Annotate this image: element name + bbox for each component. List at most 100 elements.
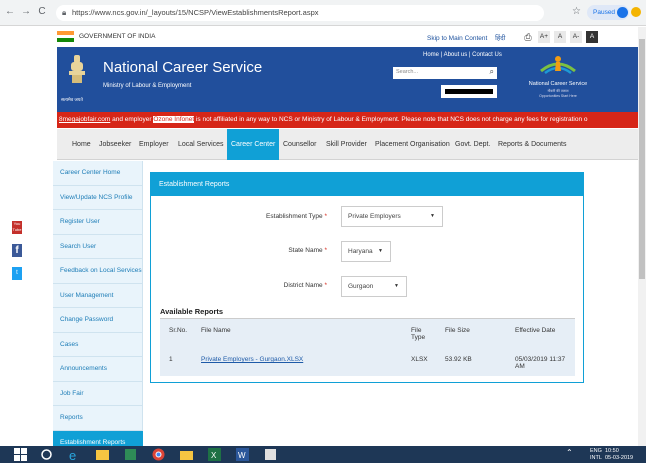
nav-home[interactable]: Home xyxy=(72,129,91,160)
nav-placement-organisation[interactable]: Placement Organisation xyxy=(375,129,450,160)
svg-text:W: W xyxy=(238,451,246,460)
folder-icon[interactable] xyxy=(180,448,193,461)
state-label: State Name * xyxy=(187,247,327,254)
clock[interactable]: ENG 10:50 INTL 05-03-2019 xyxy=(590,448,633,461)
back-icon[interactable]: ← xyxy=(4,6,16,18)
column-header-file-size: File Size xyxy=(445,327,470,334)
avatar xyxy=(617,7,628,18)
internet-explorer-icon[interactable]: e xyxy=(68,448,81,461)
sidebar-item-change-password[interactable]: Change Password xyxy=(53,308,143,333)
column-header-srno: Sr.No. xyxy=(169,327,188,334)
district-value: Gurgaon xyxy=(348,283,374,290)
reports-table: Sr.No. File Name File Type File Size Eff… xyxy=(160,319,575,376)
nav-govt-dept[interactable]: Govt. Dept. xyxy=(455,129,490,160)
date-label: 05-03-2019 xyxy=(604,454,634,461)
establishment-type-label: Establishment Type * xyxy=(187,213,327,220)
search-icon[interactable]: ⌕ xyxy=(490,67,494,77)
cell-srno: 1 xyxy=(169,356,173,363)
logo-tagline: Opportunities Start Here xyxy=(539,94,577,98)
district-select[interactable]: Gurgaon ▼ xyxy=(341,276,407,297)
panel-title: Establishment Reports xyxy=(151,173,583,196)
establishment-type-select[interactable]: Private Employers ▼ xyxy=(341,206,443,227)
logo-text: National Career Service xyxy=(528,81,588,87)
excel-icon[interactable]: X xyxy=(208,448,221,461)
top-links[interactable]: Home | About us | Contact Us xyxy=(423,52,502,58)
font-decrease-button[interactable]: A- xyxy=(570,31,582,43)
national-emblem-icon xyxy=(69,55,85,83)
store-icon[interactable] xyxy=(124,448,137,461)
search-placeholder: Search... xyxy=(396,69,419,75)
language-label: ENG xyxy=(590,448,602,454)
chrome-icon[interactable] xyxy=(152,448,165,461)
file-explorer-icon[interactable] xyxy=(96,448,109,461)
sidebar-item-search-user[interactable]: Search User xyxy=(53,235,143,259)
sidebar-item-register-user[interactable]: Register User xyxy=(53,210,143,235)
sidebar-item-feedback[interactable]: Feedback on Local Services xyxy=(53,259,143,284)
available-reports-title: Available Reports xyxy=(160,307,224,316)
nav-local-services[interactable]: Local Services xyxy=(178,129,224,160)
sidebar-item-user-management[interactable]: User Management xyxy=(53,284,143,308)
ticker-text: is not affiliated in any way to NCS or M… xyxy=(194,116,588,123)
sidebar-item-job-fair[interactable]: Job Fair xyxy=(53,382,143,406)
cell-file-type: XLSX xyxy=(411,356,428,363)
sidebar-item-view-update-profile[interactable]: View/Update NCS Profile xyxy=(53,186,143,210)
search-input[interactable]: Search... ⌕ xyxy=(393,67,497,79)
scrollbar-thumb[interactable] xyxy=(639,39,645,279)
extension-icon[interactable] xyxy=(631,7,641,17)
word-icon[interactable]: W xyxy=(236,448,249,461)
sidebar-item-reports[interactable]: Reports xyxy=(53,406,143,431)
chevron-down-icon: ▼ xyxy=(430,213,435,219)
browser-toolbar: ← → C 🔒︎ https://www.ncs.gov.in/_layouts… xyxy=(0,0,646,26)
accessibility-links: Skip to Main Content हिंदी xyxy=(427,33,505,42)
font-normal-button[interactable]: A xyxy=(554,31,566,43)
twitter-icon[interactable]: t xyxy=(12,267,22,280)
ticker-site-2[interactable]: Ozone Infonet xyxy=(153,116,195,123)
hindi-link[interactable]: हिंदी xyxy=(495,35,505,42)
report-file-link[interactable]: Private Employers - Gurgaon.XLSX xyxy=(201,356,303,363)
font-increase-button[interactable]: A+ xyxy=(538,31,550,43)
chevron-down-icon: ▼ xyxy=(394,283,399,289)
ticker-text-middle: and employer xyxy=(110,116,154,123)
vertical-scrollbar[interactable] xyxy=(638,27,646,447)
district-label: District Name * xyxy=(187,282,327,289)
establishment-type-value: Private Employers xyxy=(348,213,401,220)
state-label-text: State Name xyxy=(288,247,323,254)
state-select[interactable]: Haryana ▼ xyxy=(341,241,391,262)
high-contrast-button[interactable]: A xyxy=(586,31,598,43)
nav-counsellor[interactable]: Counsellor xyxy=(283,129,316,160)
sidebar-item-cases[interactable]: Cases xyxy=(53,333,143,357)
printer-icon[interactable]: ⎙ xyxy=(522,31,534,43)
sidebar: Career Center Home View/Update NCS Profi… xyxy=(53,161,143,451)
nav-jobseeker[interactable]: Jobseeker xyxy=(99,129,131,160)
app-icon[interactable] xyxy=(264,448,277,461)
skip-to-content-link[interactable]: Skip to Main Content xyxy=(427,35,487,42)
ticker-site-1[interactable]: 8megajobfair.com xyxy=(59,116,110,123)
profile-button[interactable]: Paused xyxy=(587,5,629,20)
nav-reports-documents[interactable]: Reports & Documents xyxy=(498,129,566,160)
site-header: सत्यमेव जयते National Career Service Min… xyxy=(57,47,638,112)
ncs-logo: National Career Service नौकरी की तलाश Op… xyxy=(523,53,593,105)
search-icon[interactable] xyxy=(40,448,53,461)
forward-icon[interactable]: → xyxy=(20,6,32,18)
disclaimer-ticker: 8megajobfair.com and employer Ozone Info… xyxy=(57,112,638,128)
nav-employer[interactable]: Employer xyxy=(139,129,169,160)
sidebar-item-announcements[interactable]: Announcements xyxy=(53,357,143,382)
required-mark: * xyxy=(324,282,327,289)
cell-effective-date: 05/03/2019 11:37 AM xyxy=(515,356,566,370)
reload-icon[interactable]: C xyxy=(36,6,48,18)
youtube-icon[interactable]: You Tube xyxy=(12,221,22,234)
bookmark-star-icon[interactable]: ☆ xyxy=(572,6,581,17)
nav-career-center[interactable]: Career Center xyxy=(227,129,280,160)
region-label: INTL xyxy=(590,454,602,461)
address-bar[interactable]: 🔒︎ https://www.ncs.gov.in/_layouts/15/NC… xyxy=(56,5,544,21)
government-bar: GOVERNMENT OF INDIA Skip to Main Content… xyxy=(0,27,638,47)
system-tray-icon[interactable]: ⌃ xyxy=(566,448,579,461)
sidebar-item-career-center-home[interactable]: Career Center Home xyxy=(53,161,143,186)
nav-skill-provider[interactable]: Skill Provider xyxy=(326,129,367,160)
site-title[interactable]: National Career Service xyxy=(103,59,262,76)
facebook-icon[interactable]: f xyxy=(12,244,22,257)
establishment-reports-panel: Establishment Reports Establishment Type… xyxy=(150,172,584,383)
ncs-logo-icon xyxy=(540,56,576,75)
chevron-down-icon: ▼ xyxy=(378,248,383,254)
windows-start-icon[interactable] xyxy=(14,448,27,461)
